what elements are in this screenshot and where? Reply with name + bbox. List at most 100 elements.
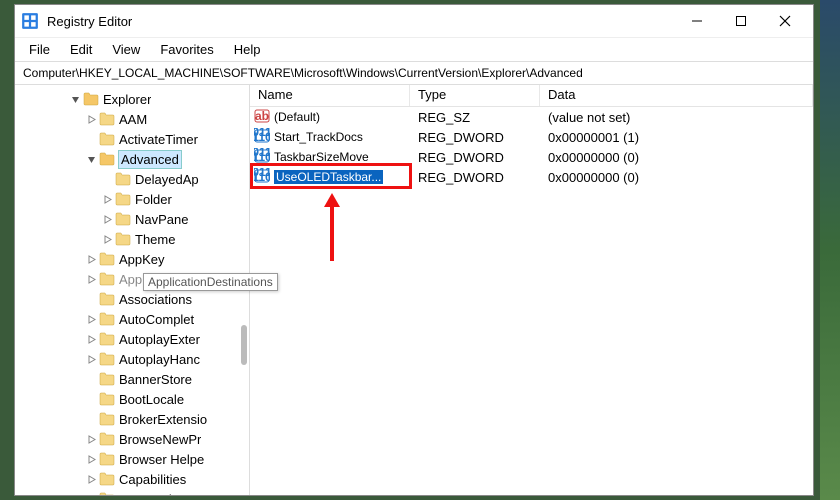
expander-icon[interactable] bbox=[101, 233, 113, 245]
tree-item[interactable]: AutoplayExter bbox=[15, 329, 249, 349]
tree-label: NavPane bbox=[135, 212, 188, 227]
value-row[interactable]: 011110 UseOLEDTaskbar... REG_DWORD0x000000… bbox=[250, 167, 813, 187]
tree-label: AppKey bbox=[119, 252, 165, 267]
tree-item[interactable]: BrokerExtensio bbox=[15, 409, 249, 429]
expander-icon[interactable] bbox=[85, 453, 97, 465]
tree-label: AAM bbox=[119, 112, 147, 127]
tree-label: CD Burning bbox=[119, 492, 186, 496]
address-bar[interactable]: Computer\HKEY_LOCAL_MACHINE\SOFTWARE\Mic… bbox=[15, 61, 813, 85]
svg-text:110: 110 bbox=[254, 150, 270, 164]
tree-item[interactable]: Associations bbox=[15, 289, 249, 309]
tree-item[interactable]: ActivateTimer bbox=[15, 129, 249, 149]
column-data[interactable]: Data bbox=[540, 85, 813, 106]
svg-text:110: 110 bbox=[254, 170, 270, 184]
app-icon bbox=[21, 12, 39, 30]
tree-label: BrokerExtensio bbox=[119, 412, 207, 427]
menu-file[interactable]: File bbox=[19, 39, 60, 60]
window-title: Registry Editor bbox=[47, 14, 675, 29]
tree-item[interactable]: Theme bbox=[15, 229, 249, 249]
tree-label: AutoplayHanc bbox=[119, 352, 200, 367]
menu-favorites[interactable]: Favorites bbox=[150, 39, 223, 60]
spacer bbox=[85, 413, 97, 425]
tree-label: Associations bbox=[119, 292, 192, 307]
address-text: Computer\HKEY_LOCAL_MACHINE\SOFTWARE\Mic… bbox=[23, 66, 583, 80]
spacer bbox=[85, 373, 97, 385]
tree-item[interactable]: BrowseNewPr bbox=[15, 429, 249, 449]
tree-label: Capabilities bbox=[119, 472, 186, 487]
value-type: REG_DWORD bbox=[410, 170, 540, 185]
value-name: (Default) bbox=[274, 110, 320, 124]
close-button[interactable] bbox=[763, 6, 807, 36]
value-name: TaskbarSizeMove bbox=[274, 150, 369, 164]
value-row[interactable]: ab(Default)REG_SZ(value not set) bbox=[250, 107, 813, 127]
list-header: Name Type Data bbox=[250, 85, 813, 107]
tooltip: ApplicationDestinations bbox=[143, 273, 278, 291]
tree-label: BootLocale bbox=[119, 392, 184, 407]
tree-item[interactable]: AutoComplet bbox=[15, 309, 249, 329]
expander-icon[interactable] bbox=[85, 433, 97, 445]
tree-item[interactable]: AppKey bbox=[15, 249, 249, 269]
tree-item[interactable]: DelayedAp bbox=[15, 169, 249, 189]
value-icon: ab bbox=[254, 108, 270, 127]
tree-label: ActivateTimer bbox=[119, 132, 198, 147]
expander-icon[interactable] bbox=[85, 153, 97, 165]
tree-item[interactable]: Capabilities bbox=[15, 469, 249, 489]
expander-icon[interactable] bbox=[85, 253, 97, 265]
value-icon: 011110 bbox=[254, 128, 270, 147]
value-row[interactable]: 011110Start_TrackDocsREG_DWORD0x00000001… bbox=[250, 127, 813, 147]
scrollbar-thumb[interactable] bbox=[241, 325, 247, 365]
expander-icon[interactable] bbox=[85, 333, 97, 345]
maximize-button[interactable] bbox=[719, 6, 763, 36]
expander-icon[interactable] bbox=[85, 473, 97, 485]
menu-view[interactable]: View bbox=[102, 39, 150, 60]
value-data: (value not set) bbox=[540, 110, 813, 125]
value-icon: 011110 bbox=[254, 168, 270, 187]
minimize-button[interactable] bbox=[675, 6, 719, 36]
svg-text:ab: ab bbox=[255, 109, 269, 123]
value-data: 0x00000001 (1) bbox=[540, 130, 813, 145]
expander-icon[interactable] bbox=[85, 313, 97, 325]
titlebar[interactable]: Registry Editor bbox=[15, 5, 813, 37]
column-name[interactable]: Name bbox=[250, 85, 410, 106]
spacer bbox=[85, 393, 97, 405]
tree-label: Folder bbox=[135, 192, 172, 207]
column-type[interactable]: Type bbox=[410, 85, 540, 106]
expander-icon[interactable] bbox=[85, 353, 97, 365]
tree-item[interactable]: NavPane bbox=[15, 209, 249, 229]
tree-label: BrowseNewPr bbox=[119, 432, 201, 447]
values-pane[interactable]: Name Type Data ab(Default)REG_SZ(value n… bbox=[250, 85, 813, 495]
tree-label: Browser Helpe bbox=[119, 452, 204, 467]
tree-label: BannerStore bbox=[119, 372, 192, 387]
tree-item[interactable]: BootLocale bbox=[15, 389, 249, 409]
expander-icon[interactable] bbox=[85, 493, 97, 495]
expander-icon[interactable] bbox=[69, 93, 81, 105]
tree-item[interactable]: Explorer bbox=[15, 89, 249, 109]
value-name[interactable]: UseOLEDTaskbar... bbox=[274, 170, 383, 184]
menu-help[interactable]: Help bbox=[224, 39, 271, 60]
expander-icon[interactable] bbox=[85, 113, 97, 125]
expander-icon[interactable] bbox=[101, 193, 113, 205]
tree-item[interactable]: Advanced bbox=[15, 149, 249, 169]
value-row[interactable]: 011110TaskbarSizeMoveREG_DWORD0x00000000… bbox=[250, 147, 813, 167]
spacer bbox=[85, 133, 97, 145]
tree-item[interactable]: BannerStore bbox=[15, 369, 249, 389]
menu-edit[interactable]: Edit bbox=[60, 39, 102, 60]
tree-item[interactable]: Folder bbox=[15, 189, 249, 209]
value-data: 0x00000000 (0) bbox=[540, 150, 813, 165]
tree-item[interactable]: CD Burning bbox=[15, 489, 249, 495]
value-type: REG_DWORD bbox=[410, 150, 540, 165]
tree-label: Explorer bbox=[103, 92, 151, 107]
tree-item[interactable]: AAM bbox=[15, 109, 249, 129]
tree-label: Advanced bbox=[119, 151, 181, 168]
registry-editor-window: Registry Editor File Edit View Favorites… bbox=[14, 4, 814, 496]
spacer bbox=[85, 293, 97, 305]
tree-label: AutoComplet bbox=[119, 312, 194, 327]
annotation-arrow bbox=[320, 193, 344, 263]
expander-icon[interactable] bbox=[85, 273, 97, 285]
tree-item[interactable]: AutoplayHanc bbox=[15, 349, 249, 369]
tree-item[interactable]: Browser Helpe bbox=[15, 449, 249, 469]
tree-label: Theme bbox=[135, 232, 175, 247]
value-data: 0x00000000 (0) bbox=[540, 170, 813, 185]
menubar: File Edit View Favorites Help bbox=[15, 37, 813, 61]
expander-icon[interactable] bbox=[101, 213, 113, 225]
